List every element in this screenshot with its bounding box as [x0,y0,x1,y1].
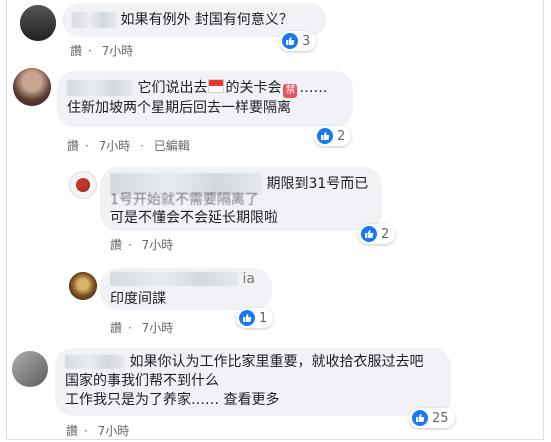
timestamp[interactable]: 7小時 [98,424,130,438]
comment-text: 工作我只是为了养家…… 查看更多 [65,392,280,408]
thumbs-up-icon [412,410,428,426]
reaction-summary[interactable]: 3 [279,31,317,51]
avatar[interactable] [69,272,97,300]
like-link[interactable]: 讚 [70,44,82,58]
reaction-count: 2 [337,128,346,144]
see-more-link[interactable]: 查看更多 [223,392,279,408]
flag-icon [208,79,225,93]
comment-bubble: 它们说出去 的关卡会禁…… 住新加坡两个星期后回去一样要隔离 [57,71,353,127]
comment-bubble: ia 印度间諜 [100,268,272,310]
reaction-summary[interactable]: 2 [358,224,396,244]
reaction-count: 25 [432,410,449,426]
timestamp[interactable]: 7小時 [142,321,174,335]
comment-bubble: 期限到31号而已 1号开始就不需要隔离了 可是不懂会不会延长期限啦 [100,167,382,231]
comment-text: 如果有例外 封国有何意义？ [120,12,293,28]
avatar[interactable] [20,5,56,41]
reaction-count: 2 [381,226,390,242]
avatar[interactable] [12,351,48,387]
thumbs-up-icon [317,128,333,144]
commenter-name-blurred[interactable] [72,12,116,28]
like-link[interactable]: 讚 [67,139,79,153]
comment-text: 可是不懂会不会延长期限啦 [110,210,278,226]
comment-actions: 讚 · 7小時 · 已編輯 [67,139,190,153]
timestamp[interactable]: 7小時 [99,139,131,153]
comment-actions: 讚 · 7小時 [110,321,174,335]
like-link[interactable]: 讚 [66,424,78,438]
commenter-name-blurred[interactable] [65,355,125,369]
commenter-name-blurred[interactable] [110,272,238,286]
thumbs-up-icon [282,33,298,49]
forbidden-icon: 禁 [283,84,298,98]
thumbs-up-icon [239,310,255,326]
comment-actions: 讚 · 7小時 [110,238,174,252]
avatar[interactable] [13,68,51,106]
commenter-name-blurred[interactable] [67,80,133,96]
timestamp[interactable]: 7小時 [142,238,174,252]
reaction-summary[interactable]: 25 [409,408,455,428]
comment-actions: 讚 · 7小時 [66,424,130,438]
avatar[interactable] [69,171,97,199]
edited-label[interactable]: 已編輯 [154,139,190,153]
thumbs-up-icon [361,226,377,242]
reaction-summary[interactable]: 2 [314,126,352,146]
reaction-count: 3 [302,33,311,49]
comment-actions: 讚 · 7小時 [70,44,134,58]
comment-text: 印度间諜 [110,291,166,307]
comment-text: 住新加坡两个星期后回去一样要隔离 [67,100,291,116]
like-link[interactable]: 讚 [110,238,122,252]
timestamp[interactable]: 7小時 [102,44,134,58]
reaction-summary[interactable]: 1 [236,308,274,328]
comment-bubble: 如果你认为工作比家里重要，就收拾衣服过去吧 国家的事我们帮不到什么 工作我只是为… [55,348,451,416]
like-link[interactable]: 讚 [110,321,122,335]
reaction-count: 1 [259,310,268,326]
